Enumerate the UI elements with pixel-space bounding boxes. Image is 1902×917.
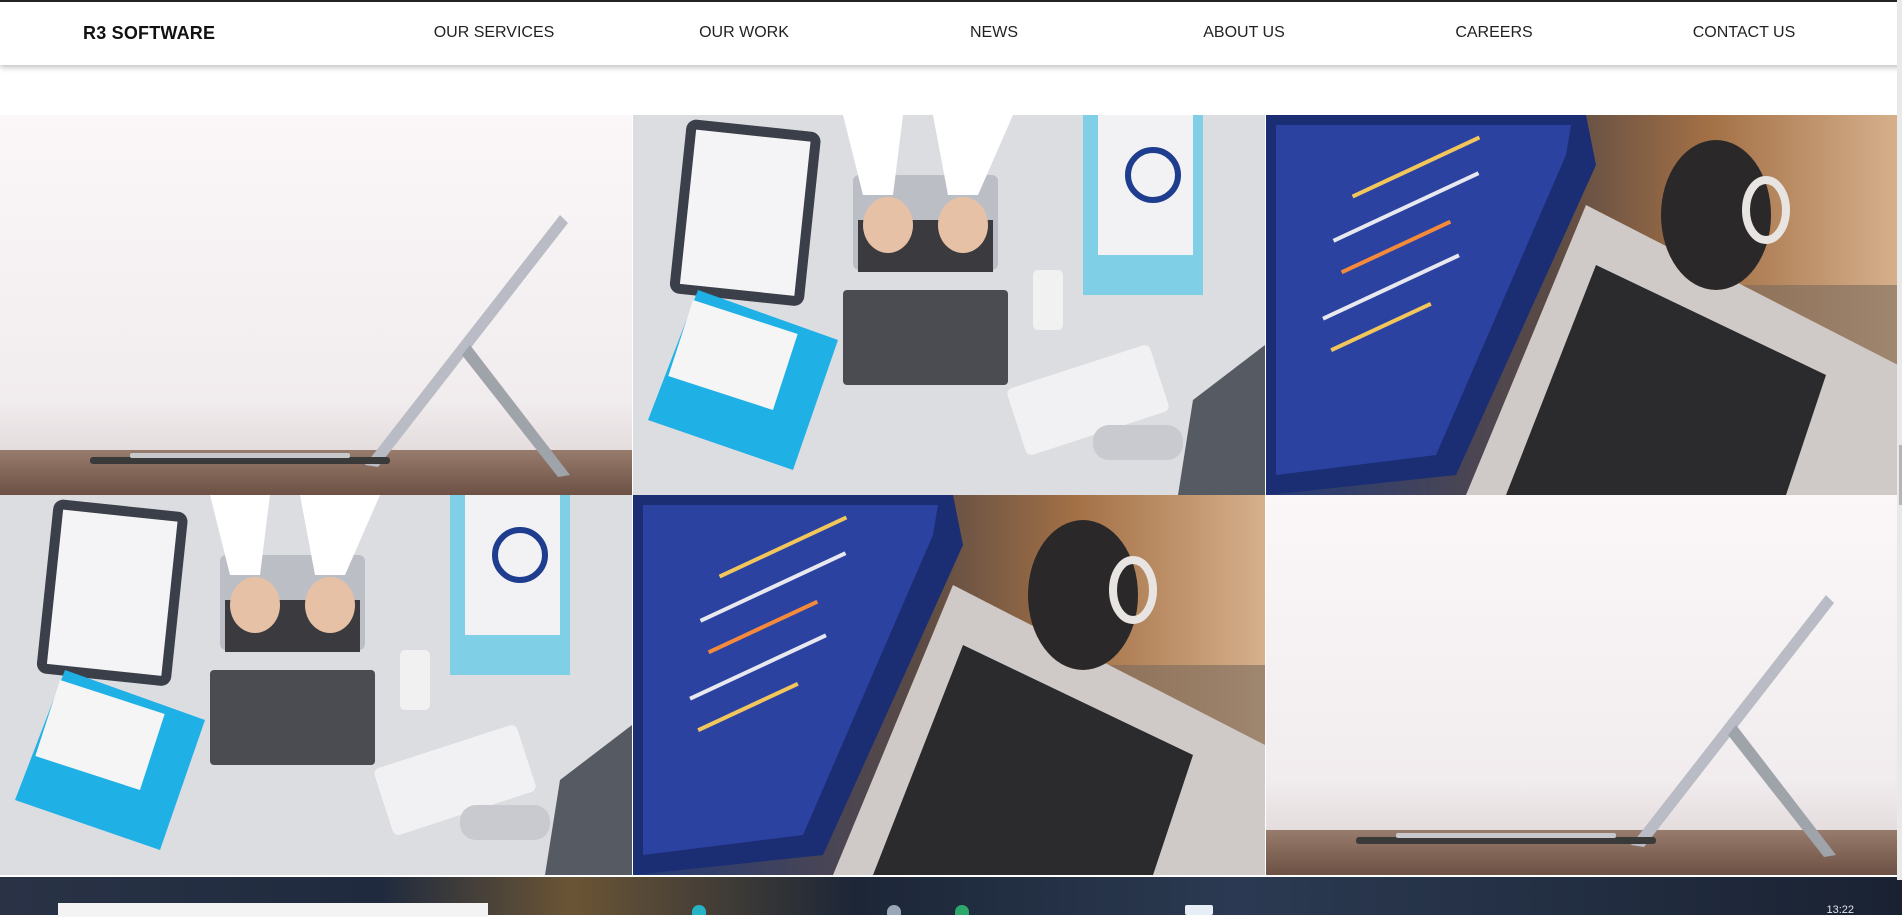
tablet-photo xyxy=(0,115,632,495)
top-navigation-bar: R3 SOFTWARE OUR SERVICES OUR WORK NEWS A… xyxy=(0,0,1902,65)
nav-our-work[interactable]: OUR WORK xyxy=(699,24,789,42)
tablet-photo xyxy=(1266,495,1898,875)
gallery-tile-tablet[interactable] xyxy=(0,115,632,495)
image-gallery xyxy=(0,115,1899,875)
nav-careers[interactable]: CAREERS xyxy=(1455,24,1532,42)
page-scrollbar[interactable] xyxy=(1897,0,1902,880)
nav-contact-us[interactable]: CONTACT US xyxy=(1693,24,1796,42)
brand-logo[interactable]: R3 SOFTWARE xyxy=(83,23,215,44)
gallery-tile-code-laptop[interactable] xyxy=(1266,115,1898,495)
nav-news[interactable]: NEWS xyxy=(970,24,1018,42)
taskbar-app-icon[interactable] xyxy=(955,905,969,915)
code-laptop-photo xyxy=(633,495,1265,875)
nav-about-us[interactable]: ABOUT US xyxy=(1203,24,1285,42)
doctor-desk-photo xyxy=(0,495,632,875)
gallery-tile-doctor-desk[interactable] xyxy=(633,115,1265,495)
gallery-tile-tablet-2[interactable] xyxy=(1266,495,1898,875)
gallery-tile-code-laptop-2[interactable] xyxy=(633,495,1265,875)
gallery-tile-doctor-desk-2[interactable] xyxy=(0,495,632,875)
taskbar-clock: 13:22 xyxy=(1826,904,1854,916)
os-taskbar: 13:22 xyxy=(0,877,1902,917)
doctor-desk-photo xyxy=(633,115,1265,495)
taskbar-app-icon[interactable] xyxy=(887,905,901,915)
code-laptop-photo xyxy=(1266,115,1898,495)
taskbar-window-icon[interactable] xyxy=(1185,905,1213,915)
nav-our-services[interactable]: OUR SERVICES xyxy=(434,24,555,42)
taskbar-app-icon[interactable] xyxy=(692,905,706,915)
